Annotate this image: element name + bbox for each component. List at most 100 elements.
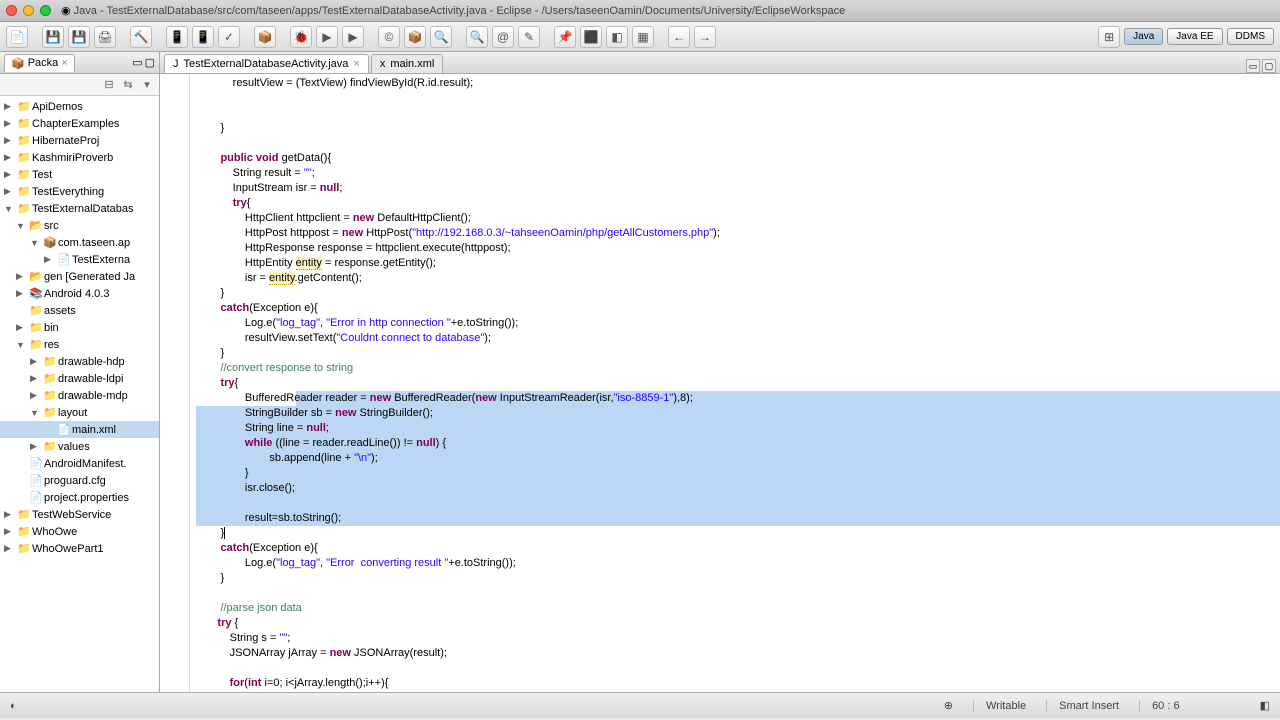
tree-item[interactable]: ▶📁drawable-mdp (0, 387, 159, 404)
close-window-icon[interactable] (6, 5, 17, 16)
android-sdk-button[interactable]: 📱 (166, 26, 188, 48)
avd-button[interactable]: 📱 (192, 26, 214, 48)
code-line[interactable]: HttpClient httpclient = new DefaultHttpC… (196, 211, 1280, 226)
code-line[interactable]: HttpPost httppost = new HttpPost("http:/… (196, 226, 1280, 241)
close-icon[interactable]: × (61, 57, 67, 69)
annotation-button[interactable]: @ (492, 26, 514, 48)
code-line[interactable]: } (196, 346, 1280, 361)
tree-item[interactable]: ▶📚Android 4.0.3 (0, 285, 159, 302)
status-target-icon[interactable]: ⊕ (944, 699, 953, 712)
code-line[interactable]: } (196, 526, 1280, 541)
code-line[interactable]: resultView = (TextView) findViewById(R.i… (196, 76, 1280, 91)
code-line[interactable]: try{ (196, 376, 1280, 391)
zoom-window-icon[interactable] (40, 5, 51, 16)
tree-item[interactable]: ▶📁ChapterExamples (0, 115, 159, 132)
code-line[interactable]: try{ (196, 196, 1280, 211)
expand-arrow-icon[interactable]: ▼ (16, 221, 28, 231)
tree-item[interactable]: ▼📂src (0, 217, 159, 234)
code-editor[interactable]: resultView = (TextView) findViewById(R.i… (160, 74, 1280, 692)
mark-button[interactable]: ◧ (606, 26, 628, 48)
block-button[interactable]: ▦ (632, 26, 654, 48)
view-menu-icon[interactable]: ▾ (139, 77, 155, 93)
code-line[interactable]: } (196, 121, 1280, 136)
expand-arrow-icon[interactable]: ▶ (16, 322, 28, 333)
code-line[interactable]: Log.e("log_tag", "Error in http connecti… (196, 316, 1280, 331)
code-line[interactable]: //convert response to string (196, 361, 1280, 376)
code-line[interactable]: public void getData(){ (196, 151, 1280, 166)
package-explorer-tab[interactable]: 📦 Packa × (4, 54, 75, 72)
lint-button[interactable]: ✓ (218, 26, 240, 48)
perspective-ddms[interactable]: DDMS (1227, 28, 1274, 45)
tree-item[interactable]: ▼📁TestExternalDatabas (0, 200, 159, 217)
expand-arrow-icon[interactable]: ▶ (4, 509, 16, 520)
forward-button[interactable]: → (694, 26, 716, 48)
link-editor-icon[interactable]: ⇆ (120, 77, 136, 93)
editor-tab-xml[interactable]: x main.xml (371, 54, 444, 73)
tree-item[interactable]: ▶📁TestWebService (0, 506, 159, 523)
build-button[interactable]: 🔨 (130, 26, 152, 48)
expand-arrow-icon[interactable]: ▶ (4, 186, 16, 197)
tree-item[interactable]: ▶📁TestEverything (0, 183, 159, 200)
collapse-all-icon[interactable]: ⊟ (101, 77, 117, 93)
save-all-button[interactable]: 💾 (68, 26, 90, 48)
tree-item[interactable]: ▶📁WhoOwePart1 (0, 540, 159, 557)
tree-item[interactable]: 📄AndroidManifest. (0, 455, 159, 472)
tree-item[interactable]: ▼📁res (0, 336, 159, 353)
maximize-view-icon[interactable]: ▢ (145, 56, 155, 69)
print-button[interactable]: 🖨 (94, 26, 116, 48)
tree-item[interactable]: ▼📁layout (0, 404, 159, 421)
tree-item[interactable]: ▼📦com.taseen.ap (0, 234, 159, 251)
code-line[interactable]: while ((line = reader.readLine()) != nul… (196, 436, 1280, 451)
expand-arrow-icon[interactable]: ▶ (30, 441, 42, 452)
code-line[interactable]: } (196, 286, 1280, 301)
expand-arrow-icon[interactable]: ▶ (4, 118, 16, 129)
code-line[interactable]: HttpResponse response = httpclient.execu… (196, 241, 1280, 256)
editor-tab-java[interactable]: J TestExternalDatabaseActivity.java × (164, 54, 369, 73)
expand-arrow-icon[interactable]: ▶ (44, 254, 56, 265)
perspective-java[interactable]: Java (1124, 28, 1163, 45)
project-tree[interactable]: ▶📁ApiDemos▶📁ChapterExamples▶📁HibernatePr… (0, 96, 159, 692)
pin-button[interactable]: 📌 (554, 26, 576, 48)
code-line[interactable]: result=sb.toString(); (196, 511, 1280, 526)
code-line[interactable]: resultView.setText("Couldnt connect to d… (196, 331, 1280, 346)
save-button[interactable]: 💾 (42, 26, 64, 48)
tree-item[interactable]: ▶📁ApiDemos (0, 98, 159, 115)
expand-arrow-icon[interactable]: ▼ (4, 204, 16, 214)
expand-arrow-icon[interactable]: ▶ (4, 543, 16, 554)
code-line[interactable]: catch(Exception e){ (196, 301, 1280, 316)
new-project-button[interactable]: 📦 (254, 26, 276, 48)
expand-arrow-icon[interactable]: ▶ (4, 101, 16, 112)
expand-arrow-icon[interactable]: ▶ (4, 152, 16, 163)
code-line[interactable] (196, 496, 1280, 511)
code-line[interactable]: Log.e("log_tag", "Error converting resul… (196, 556, 1280, 571)
search-button[interactable]: 🔍 (466, 26, 488, 48)
status-build-icon[interactable]: ◧ (1260, 699, 1270, 712)
expand-arrow-icon[interactable]: ▼ (30, 408, 42, 418)
code-line[interactable]: try { (196, 616, 1280, 631)
back-button[interactable]: ← (668, 26, 690, 48)
expand-arrow-icon[interactable]: ▼ (16, 340, 28, 350)
tree-item[interactable]: ▶📂gen [Generated Ja (0, 268, 159, 285)
run-last-button[interactable]: ▶ (342, 26, 364, 48)
expand-arrow-icon[interactable]: ▶ (16, 271, 28, 282)
tree-item[interactable]: 📄proguard.cfg (0, 472, 159, 489)
tree-item[interactable]: ▶📁bin (0, 319, 159, 336)
tree-item[interactable]: ▶📄TestExterna (0, 251, 159, 268)
open-type-button[interactable]: 🔍 (430, 26, 452, 48)
tree-item[interactable]: ▶📁Test (0, 166, 159, 183)
tree-item[interactable]: 📄project.properties (0, 489, 159, 506)
tree-item[interactable]: ▶📁WhoOwe (0, 523, 159, 540)
new-package-button[interactable]: 📦 (404, 26, 426, 48)
tree-item[interactable]: ▶📁HibernateProj (0, 132, 159, 149)
tree-item[interactable]: 📄main.xml (0, 421, 159, 438)
code-line[interactable]: } (196, 466, 1280, 481)
code-line[interactable] (196, 586, 1280, 601)
code-line[interactable]: StringBuilder sb = new StringBuilder(); (196, 406, 1280, 421)
tree-item[interactable]: ▶📁values (0, 438, 159, 455)
minimize-editor-icon[interactable]: ▭ (1246, 59, 1260, 73)
tree-item[interactable]: ▶📁drawable-ldpi (0, 370, 159, 387)
expand-arrow-icon[interactable]: ▶ (4, 526, 16, 537)
toggle-button[interactable]: ⬛ (580, 26, 602, 48)
expand-arrow-icon[interactable]: ▶ (30, 373, 42, 384)
code-line[interactable]: isr.close(); (196, 481, 1280, 496)
